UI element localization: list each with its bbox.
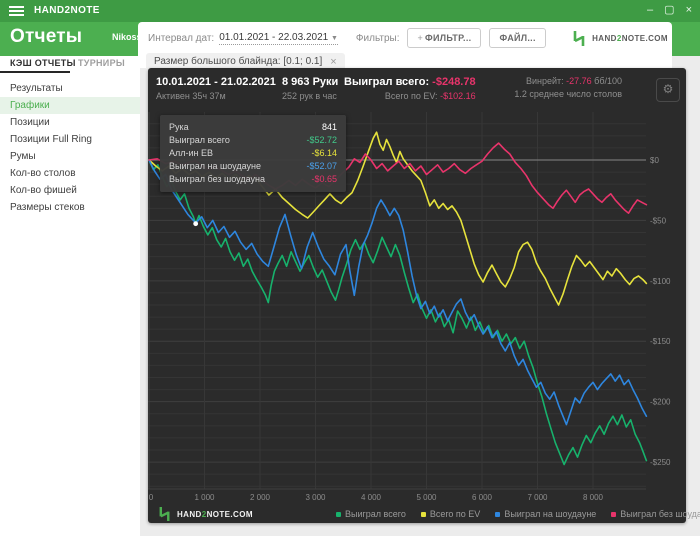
toolbar: Интервал дат: 01.01.2021 - 22.03.2021 ▼ … bbox=[148, 28, 554, 48]
page-title: Отчеты bbox=[10, 26, 83, 47]
sidebar: КЭШ ОТЧЕТЫ ТУРНИРЫ Результаты Графики Пози… bbox=[0, 56, 140, 536]
hand2note-logo-icon bbox=[573, 31, 585, 46]
svg-text:2 000: 2 000 bbox=[250, 493, 271, 502]
sidebar-item[interactable]: Позиции bbox=[0, 114, 140, 131]
legend-item[interactable]: Выиграл всего bbox=[336, 509, 406, 519]
chevron-down-icon: ▼ bbox=[330, 34, 338, 42]
maximize-button[interactable]: ▢ bbox=[664, 4, 674, 17]
legend-dot-icon bbox=[420, 511, 426, 517]
svg-text:$0: $0 bbox=[650, 156, 659, 165]
avg-tables: 1.2 среднее число столов bbox=[514, 89, 622, 99]
report-hands-count: 8 963 Руки bbox=[282, 76, 339, 88]
title-bar: HAND2NOTE – ▢ × bbox=[0, 0, 700, 22]
sidebar-item[interactable]: Кол-во столов bbox=[0, 165, 140, 182]
winrate-value: -27.76 bbox=[566, 76, 592, 86]
chart-settings-button[interactable]: ⚙ bbox=[656, 78, 680, 102]
chart-tooltip: Рука 841 Выиграл всего -$52.72 Алл-ин EB -$6.… bbox=[160, 115, 346, 192]
report-hands-group: 8 963 Руки 252 рук в час bbox=[282, 76, 338, 101]
date-interval-select[interactable]: 01.01.2021 - 22.03.2021 ▼ bbox=[219, 32, 338, 45]
legend-dot-icon bbox=[495, 511, 501, 517]
svg-text:-$100: -$100 bbox=[650, 277, 671, 286]
date-interval-value: 01.01.2021 - 22.03.2021 bbox=[219, 31, 329, 43]
tooltip-row: Выиграл на шоудауне -$52.07 bbox=[169, 161, 337, 171]
report-active-time: Активен 35ч 37м bbox=[156, 91, 226, 101]
ev-total-value: -$102.16 bbox=[440, 91, 476, 101]
app-window: HAND2NOTE – ▢ × Отчеты Nikosstim (PS) ▼ … bbox=[0, 0, 700, 536]
report-date-range: 10.01.2021 - 21.02.2021 bbox=[156, 76, 276, 88]
svg-text:4 000: 4 000 bbox=[361, 493, 382, 502]
report-winrate-group: Винрейт: -27.76 бб/100 1.2 среднее число… bbox=[514, 76, 622, 99]
legend-item[interactable]: Выиграл на шоудауне bbox=[495, 509, 596, 519]
tooltip-row: Выиграл всего -$52.72 bbox=[169, 135, 337, 145]
chart-watermark-logo: HAND2NOTE.COM bbox=[158, 506, 253, 522]
tab-cash-reports[interactable]: КЭШ ОТЧЕТЫ bbox=[10, 58, 76, 68]
sidebar-item[interactable]: Графики bbox=[0, 97, 140, 114]
svg-text:1 000: 1 000 bbox=[194, 493, 215, 502]
sidebar-tabs: КЭШ ОТЧЕТЫ ТУРНИРЫ bbox=[0, 56, 140, 73]
tab-tournaments[interactable]: ТУРНИРЫ bbox=[78, 58, 125, 68]
window-controls: – ▢ × bbox=[647, 4, 692, 17]
filters-label: Фильтры: bbox=[355, 32, 400, 44]
file-button[interactable]: ФАЙЛ... bbox=[489, 28, 546, 48]
active-tab-underline bbox=[0, 71, 70, 73]
gear-icon: ⚙ bbox=[662, 82, 674, 96]
app-title: HAND2NOTE bbox=[34, 5, 100, 16]
close-icon[interactable]: × bbox=[330, 56, 336, 68]
tooltip-row: Выиграл без шоудауна -$0.65 bbox=[169, 174, 337, 184]
hamburger-menu-icon[interactable] bbox=[9, 6, 24, 16]
svg-text:7 000: 7 000 bbox=[527, 493, 548, 502]
svg-text:-$200: -$200 bbox=[650, 398, 671, 407]
hand2note-logo-icon bbox=[159, 507, 170, 521]
report-hands-per-hour: 252 рук в час bbox=[282, 91, 337, 101]
svg-text:8 000: 8 000 bbox=[583, 493, 604, 502]
report-winnings-group: Выиграл всего: -$248.78 Всего по EV: -$1… bbox=[344, 76, 476, 101]
report-chart-panel: $0 -$50 -$100 -$150 -$200 -$250 0 1 000 2 000 3 0… bbox=[148, 68, 700, 523]
sidebar-item[interactable]: Результаты bbox=[0, 80, 140, 97]
ev-total-label: Всего по EV: bbox=[384, 91, 438, 101]
sidebar-items: Результаты Графики Позиции Позиции Full Rin… bbox=[0, 73, 140, 216]
plus-icon: + bbox=[417, 33, 424, 43]
svg-text:6 000: 6 000 bbox=[472, 493, 493, 502]
legend-dot-icon bbox=[611, 511, 617, 517]
chart-legend: Выиграл всего Всего по EV Выиграл на шоуда… bbox=[336, 509, 700, 519]
legend-dot-icon bbox=[336, 511, 341, 517]
hand2note-logo: HAND2NOTE.COM bbox=[572, 30, 668, 47]
add-filter-button[interactable]: + ФИЛЬТР... bbox=[407, 28, 482, 48]
legend-item[interactable]: Выиграл без шоудауна bbox=[611, 509, 700, 519]
date-interval-label: Интервал дат: bbox=[148, 32, 215, 44]
tooltip-row: Алл-ин EB -$6.14 bbox=[169, 148, 337, 158]
svg-text:-$50: -$50 bbox=[650, 216, 667, 225]
sidebar-item[interactable]: Позиции Full Ring bbox=[0, 131, 140, 148]
sidebar-item[interactable]: Румы bbox=[0, 148, 140, 165]
sidebar-item[interactable]: Кол-во фишей bbox=[0, 182, 140, 199]
svg-text:-$150: -$150 bbox=[650, 337, 671, 346]
sidebar-item[interactable]: Размеры стеков bbox=[0, 199, 140, 216]
legend-item[interactable]: Всего по EV bbox=[420, 509, 480, 519]
svg-text:3 000: 3 000 bbox=[305, 493, 326, 502]
svg-text:-$250: -$250 bbox=[650, 458, 671, 467]
tooltip-row: Рука 841 bbox=[169, 122, 337, 132]
filter-chip-label: Размер большого блайнда: [0.1; 0.1] bbox=[154, 56, 323, 67]
minimize-button[interactable]: – bbox=[647, 4, 653, 17]
total-won-label: Выиграл всего: bbox=[344, 76, 430, 88]
total-won-value: -$248.78 bbox=[432, 76, 476, 88]
winrate-label: Винрейт: bbox=[525, 76, 564, 86]
report-date-group: 10.01.2021 - 21.02.2021 Активен 35ч 37м bbox=[156, 76, 276, 101]
svg-text:5 000: 5 000 bbox=[416, 493, 437, 502]
close-button[interactable]: × bbox=[686, 4, 692, 17]
winrate-units: бб/100 bbox=[594, 76, 622, 86]
svg-text:0: 0 bbox=[149, 493, 154, 502]
